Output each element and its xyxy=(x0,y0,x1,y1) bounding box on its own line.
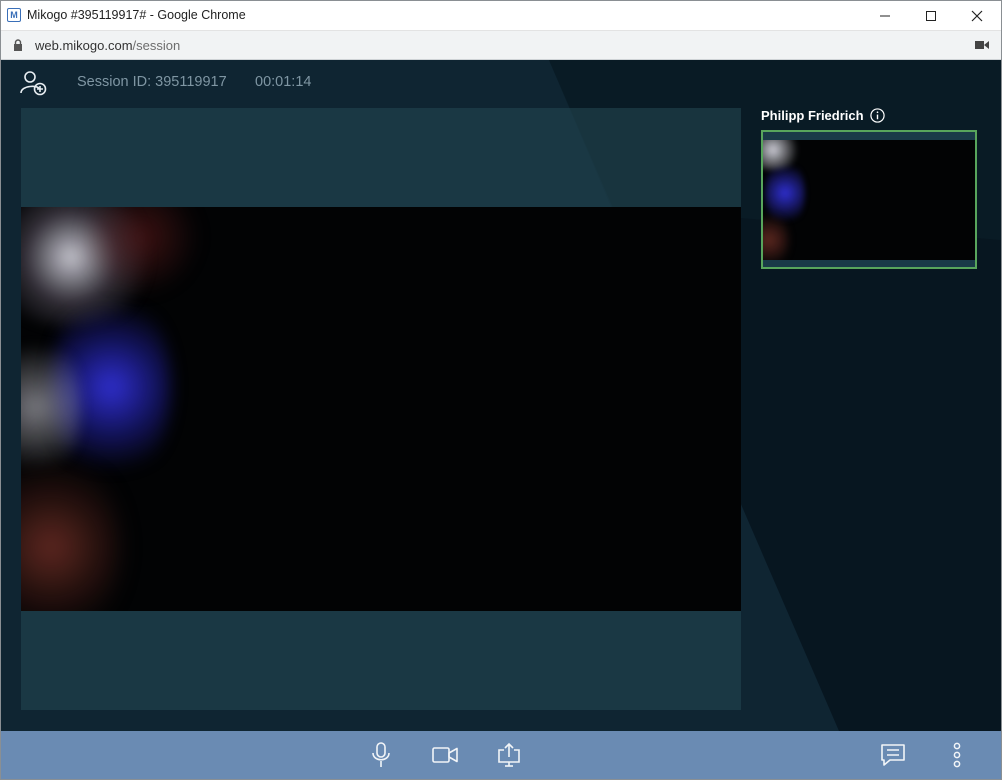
mikogo-app-icon: M xyxy=(7,8,21,22)
chat-button[interactable] xyxy=(879,741,907,769)
camera-in-use-icon[interactable] xyxy=(975,40,989,50)
add-participant-icon[interactable] xyxy=(20,69,48,97)
participant-name: Philipp Friedrich xyxy=(761,108,864,123)
video-camera-icon xyxy=(432,747,458,763)
session-toolbar xyxy=(1,731,1001,779)
chat-icon xyxy=(881,744,905,766)
window-title: Mikogo #395119917# - Google Chrome xyxy=(27,8,246,22)
info-icon[interactable] xyxy=(869,108,885,123)
url-domain: web.mikogo.com xyxy=(35,38,133,53)
minimize-button[interactable] xyxy=(862,0,908,31)
main-video-feed xyxy=(21,207,741,611)
share-screen-icon xyxy=(498,742,520,767)
more-options-icon xyxy=(953,742,961,768)
video-camera-button[interactable] xyxy=(431,741,459,769)
minimize-icon xyxy=(880,15,890,16)
session-id: Session ID: 395119917 xyxy=(77,74,227,90)
more-options-button[interactable] xyxy=(943,741,971,769)
address-bar[interactable]: web.mikogo.com/session xyxy=(0,31,1002,60)
window-titlebar: M Mikogo #395119917# - Google Chrome xyxy=(0,0,1002,31)
url-text[interactable]: web.mikogo.com/session xyxy=(35,38,180,53)
maximize-icon xyxy=(926,10,936,21)
maximize-button[interactable] xyxy=(908,0,954,31)
close-button[interactable] xyxy=(954,0,1000,31)
participant-video-feed xyxy=(763,140,975,260)
url-path: /session xyxy=(132,38,181,53)
session-app: Session ID: 395119917 00:01:14 Philipp F… xyxy=(1,60,1001,731)
close-icon xyxy=(971,10,983,21)
lock-icon xyxy=(14,39,22,51)
share-screen-button[interactable] xyxy=(495,741,523,769)
participant-label: Philipp Friedrich xyxy=(761,108,885,123)
microphone-icon xyxy=(372,742,390,767)
microphone-button[interactable] xyxy=(367,741,395,769)
session-timer: 00:01:14 xyxy=(255,74,312,90)
participant-thumbnail[interactable] xyxy=(761,130,977,269)
